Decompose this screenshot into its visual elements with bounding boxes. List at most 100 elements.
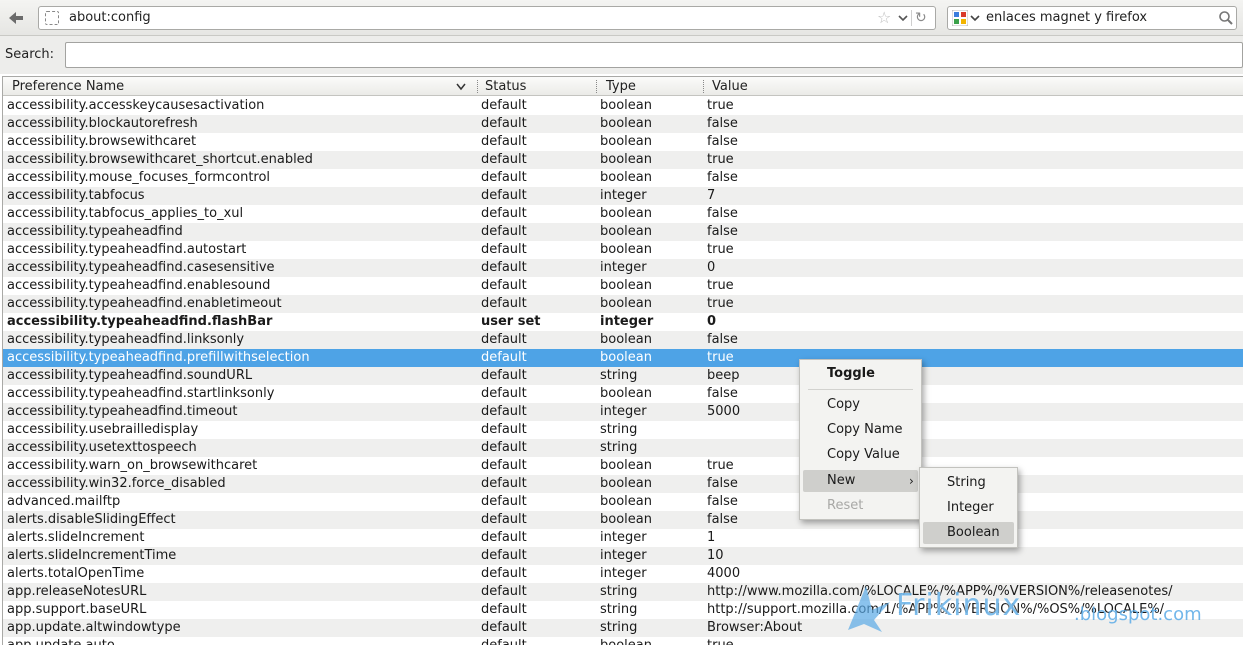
type-cell: string xyxy=(600,584,638,599)
table-row[interactable]: accessibility.mouse_focuses_formcontrol d… xyxy=(3,169,1243,187)
value-cell: false xyxy=(707,224,738,239)
value-cell: false xyxy=(707,332,738,347)
type-cell: boolean xyxy=(600,242,652,257)
table-row[interactable]: accessibility.warn_on_browsewithcaret def… xyxy=(3,457,1243,475)
type-cell: string xyxy=(600,422,638,437)
table-row[interactable]: accessibility.blockautorefresh default boo… xyxy=(3,115,1243,133)
menu-item-copy[interactable]: Copy xyxy=(827,394,860,416)
type-cell: boolean xyxy=(600,98,652,113)
table-row[interactable]: accessibility.typeaheadfind.autostart def… xyxy=(3,241,1243,259)
bookmark-star-icon[interactable]: ☆ xyxy=(877,8,891,28)
search-icon[interactable] xyxy=(1218,10,1234,26)
back-button[interactable] xyxy=(2,5,30,31)
value-cell: false xyxy=(707,116,738,131)
preference-name-cell: alerts.disableSlidingEffect xyxy=(7,512,176,527)
table-row[interactable]: accessibility.browsewithcaret_shortcut.e… xyxy=(3,151,1243,169)
table-row[interactable]: accessibility.typeaheadfind.soundURL defa… xyxy=(3,367,1243,385)
filter-search-input[interactable] xyxy=(65,42,1243,68)
preference-name-cell: app.update.altwindowtype xyxy=(7,620,181,635)
column-resizer[interactable] xyxy=(703,80,704,93)
navigation-toolbar: about:config ☆ ↻ enlaces magnet y firefo… xyxy=(0,0,1243,36)
sort-descending-icon[interactable] xyxy=(456,83,466,91)
value-cell: 10 xyxy=(707,548,724,563)
table-row[interactable]: alerts.slideIncrement default integer 1 xyxy=(3,529,1243,547)
table-row[interactable]: accessibility.tabfocus default integer 7 xyxy=(3,187,1243,205)
value-cell: true xyxy=(707,278,734,293)
table-row[interactable]: accessibility.typeaheadfind.enablesound d… xyxy=(3,277,1243,295)
tree-header: Preference Name Status Type Value xyxy=(3,77,1243,96)
status-cell: default xyxy=(481,620,527,635)
column-header-status[interactable]: Status xyxy=(485,79,526,94)
table-row[interactable]: accessibility.typeaheadfind.prefillwiths… xyxy=(3,349,1243,367)
menu-item-reset: Reset xyxy=(827,498,864,513)
type-cell: boolean xyxy=(600,332,652,347)
reload-icon[interactable]: ↻ xyxy=(915,9,927,27)
status-cell: default xyxy=(481,152,527,167)
preference-name-cell: accessibility.typeaheadfind.prefillwiths… xyxy=(7,350,310,365)
menu-item-copy-name[interactable]: Copy Name xyxy=(827,419,902,441)
table-row[interactable]: accessibility.typeaheadfind.flashBar user… xyxy=(3,313,1243,331)
column-header-value[interactable]: Value xyxy=(712,79,748,94)
type-cell: boolean xyxy=(600,170,652,185)
preference-name-cell: accessibility.typeaheadfind.startlinkson… xyxy=(7,386,275,401)
preference-name-cell: accessibility.warn_on_browsewithcaret xyxy=(7,458,258,473)
table-row[interactable]: accessibility.typeaheadfind.timeout defau… xyxy=(3,403,1243,421)
type-cell: boolean xyxy=(600,512,652,527)
preference-name-cell: accessibility.mouse_focuses_formcontrol xyxy=(7,170,271,185)
watermark-name: Frikinux xyxy=(896,588,1022,623)
value-cell: beep xyxy=(707,368,740,383)
column-resizer[interactable] xyxy=(596,80,597,93)
config-filter-row: Search: xyxy=(0,36,1243,74)
url-text[interactable]: about:config xyxy=(69,10,151,25)
column-resizer[interactable] xyxy=(477,80,478,93)
table-row[interactable]: accessibility.typeaheadfind.casesensitiv… xyxy=(3,259,1243,277)
table-row[interactable]: accessibility.tabfocus_applies_to_xul def… xyxy=(3,205,1243,223)
submenu-item-integer[interactable]: Integer xyxy=(947,497,994,519)
table-row[interactable]: accessibility.typeaheadfind.enabletimeou… xyxy=(3,295,1243,313)
url-bar[interactable]: about:config ☆ ↻ xyxy=(38,6,936,30)
submenu-item-boolean[interactable]: Boolean xyxy=(923,522,1014,544)
menu-item-toggle[interactable]: Toggle xyxy=(827,363,875,385)
menu-item-new[interactable]: New › xyxy=(803,470,918,492)
preference-name-cell: app.support.baseURL xyxy=(7,602,147,617)
web-search-bar[interactable]: enlaces magnet y firefox xyxy=(947,6,1237,30)
column-header-name[interactable]: Preference Name xyxy=(12,79,124,94)
table-row[interactable]: accessibility.usetexttospeech default stri… xyxy=(3,439,1243,457)
status-cell: default xyxy=(481,134,527,149)
value-cell: 5000 xyxy=(707,404,741,419)
table-row[interactable]: alerts.disableSlidingEffect default boolea… xyxy=(3,511,1243,529)
bird-logo-icon xyxy=(848,586,890,632)
google-engine-icon[interactable] xyxy=(952,10,968,26)
table-row[interactable]: accessibility.win32.force_disabled defaul… xyxy=(3,475,1243,493)
status-cell: default xyxy=(481,638,593,645)
preference-name-cell: accessibility.win32.force_disabled xyxy=(7,476,226,491)
preference-name-cell: accessibility.usebrailledisplay xyxy=(7,422,199,437)
table-row[interactable]: accessibility.typeaheadfind default boolea… xyxy=(3,223,1243,241)
preference-name-cell: alerts.slideIncrementTime xyxy=(7,548,177,563)
menu-item-copy-value[interactable]: Copy Value xyxy=(827,444,900,466)
table-row[interactable]: accessibility.typeaheadfind.linksonly def… xyxy=(3,331,1243,349)
status-cell: default xyxy=(481,260,527,275)
preference-name-cell: accessibility.blockautorefresh xyxy=(7,116,198,131)
column-header-type[interactable]: Type xyxy=(606,79,636,94)
table-row[interactable]: advanced.mailftp default boolean false xyxy=(3,493,1243,511)
preference-name-cell: accessibility.typeaheadfind.enablesound xyxy=(7,278,271,293)
search-engine-dropdown-icon[interactable] xyxy=(970,10,980,26)
submenu-item-string[interactable]: String xyxy=(947,472,986,494)
table-row[interactable]: accessibility.accesskeycausesactivation d… xyxy=(3,97,1243,115)
type-cell: string xyxy=(600,602,638,617)
site-identity-icon[interactable] xyxy=(45,11,59,25)
table-row[interactable]: accessibility.usebrailledisplay default st… xyxy=(3,421,1243,439)
value-cell: false xyxy=(707,170,738,185)
preference-name-cell: accessibility.browsewithcaret_shortcut.e… xyxy=(7,152,313,167)
status-cell: default xyxy=(481,476,527,491)
table-row[interactable]: accessibility.browsewithcaret default bool… xyxy=(3,133,1243,151)
preference-name-cell: accessibility.typeaheadfind.enabletimeou… xyxy=(7,296,282,311)
search-query-text[interactable]: enlaces magnet y firefox xyxy=(986,10,1147,25)
table-row[interactable]: accessibility.typeaheadfind.startlinkson… xyxy=(3,385,1243,403)
type-cell: boolean xyxy=(600,278,652,293)
preferences-tree[interactable]: Preference Name Status Type Value access… xyxy=(2,76,1243,645)
table-row[interactable]: alerts.slideIncrementTime default integer 1… xyxy=(3,547,1243,565)
type-cell: string xyxy=(600,368,638,383)
url-history-dropdown-icon[interactable] xyxy=(897,9,909,27)
